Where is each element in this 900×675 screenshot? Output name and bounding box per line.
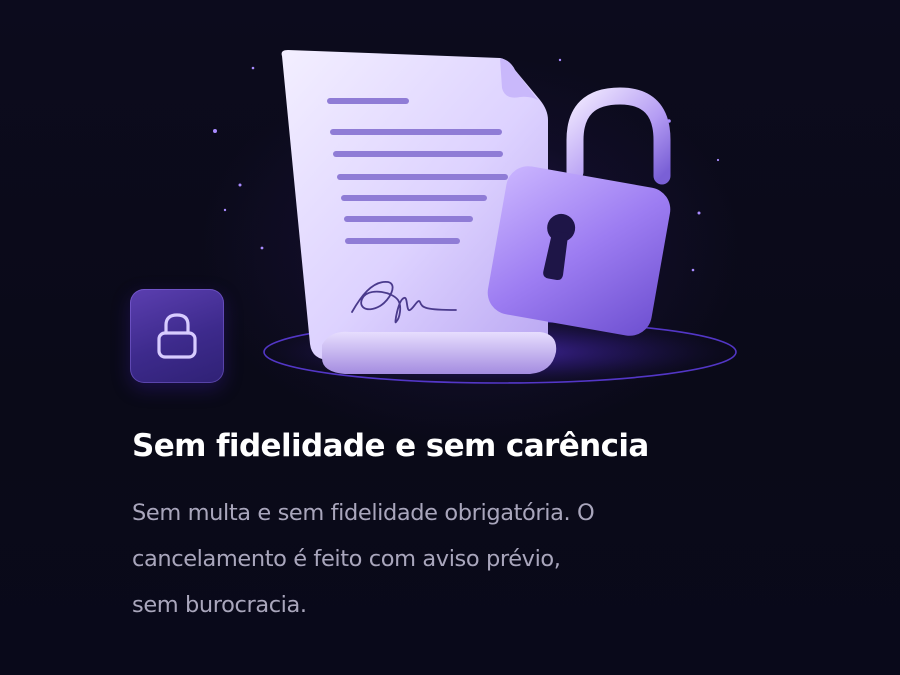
lock-badge: [130, 289, 224, 383]
card-title: Sem fidelidade e sem carência: [132, 428, 649, 464]
lock-icon: [157, 313, 197, 359]
description-line-3: sem burocracia.: [132, 592, 307, 618]
description-line-1: Sem multa e sem fidelidade obrigatória. …: [132, 500, 595, 526]
card-description: Sem multa e sem fidelidade obrigatória. …: [132, 490, 732, 628]
feature-card: Sem fidelidade e sem carência Sem multa …: [0, 0, 900, 675]
description-line-2: cancelamento é feito com aviso prévio,: [132, 546, 561, 572]
